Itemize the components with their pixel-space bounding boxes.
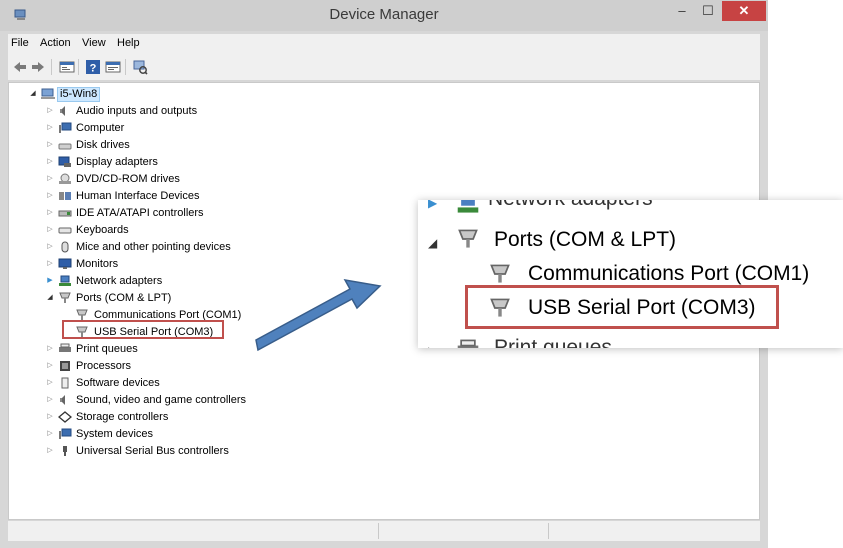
zoom-label: Ports (COM & LPT) xyxy=(494,228,677,251)
tree-item-label: Human Interface Devices xyxy=(76,190,200,202)
hid-icon xyxy=(59,192,71,200)
status-divider xyxy=(548,523,549,539)
tree-item-label: System devices xyxy=(76,428,154,440)
storage-controller-icon xyxy=(58,411,72,423)
zoom-label: Communications Port (COM1) xyxy=(528,262,810,285)
tree-item-label: Sound, video and game controllers xyxy=(76,394,246,406)
mouse-icon xyxy=(61,241,69,253)
tree-item-label: Display adapters xyxy=(76,156,158,168)
title-bar[interactable]: Device Manager – ☐ ✕ xyxy=(0,0,768,31)
zoom-label: Network adapters xyxy=(488,200,653,211)
highlight-box-com3-zoomed xyxy=(465,285,779,329)
status-bar xyxy=(8,520,760,541)
back-arrow-icon[interactable] xyxy=(12,59,28,75)
toolbar: ? xyxy=(8,54,760,81)
computer-root-icon xyxy=(41,88,55,99)
zoom-callout: ▶ Network adapters ◢ Ports (COM & LPT) C… xyxy=(418,200,843,348)
tree-item-label: Print queues xyxy=(76,343,138,355)
tree-item-label: IDE ATA/ATAPI controllers xyxy=(76,207,204,219)
help-icon[interactable]: ? xyxy=(85,59,101,75)
tree-item-label: Mice and other pointing devices xyxy=(76,241,231,253)
toolbar-separator xyxy=(125,59,126,75)
tree-item-label: Storage controllers xyxy=(76,411,169,423)
expand-arrow-icon[interactable]: ▷ xyxy=(46,154,54,170)
tree-root-label: i5-Win8 xyxy=(57,87,101,102)
expand-arrow-icon: ▷ xyxy=(428,344,437,348)
expand-arrow-icon[interactable]: ▷ xyxy=(46,256,54,272)
network-adapter-icon xyxy=(457,200,479,213)
computer-icon xyxy=(59,122,72,133)
printer-icon xyxy=(457,339,479,348)
expand-arrow-icon[interactable]: ▷ xyxy=(46,443,54,459)
monitor-icon xyxy=(58,258,72,269)
processor-icon xyxy=(60,361,70,371)
toolbar-separator xyxy=(51,59,52,75)
speaker-icon xyxy=(60,395,65,405)
scan-hardware-icon[interactable] xyxy=(132,59,148,75)
menu-help[interactable]: Help xyxy=(117,37,140,49)
software-device-icon xyxy=(61,377,69,389)
tree-item-label: Disk drives xyxy=(76,139,130,151)
expand-arrow-icon[interactable]: ▷ xyxy=(46,137,54,153)
minimize-button[interactable]: – xyxy=(670,1,694,21)
expand-arrow-icon[interactable]: ▷ xyxy=(46,205,54,221)
printer-icon xyxy=(59,343,71,352)
highlight-box-com3 xyxy=(62,320,224,339)
expand-arrow-icon[interactable]: ▶ xyxy=(46,273,54,289)
menu-action[interactable]: Action xyxy=(40,37,71,49)
network-adapter-icon xyxy=(59,275,71,286)
toolbar-separator xyxy=(78,59,79,75)
display-adapter-icon xyxy=(58,156,71,167)
port-icon xyxy=(59,292,71,303)
expand-arrow-icon: ▶ xyxy=(428,200,438,210)
callout-arrow-icon xyxy=(255,278,382,352)
menu-bar: File Action View Help xyxy=(8,34,760,54)
expand-arrow-icon[interactable]: ▷ xyxy=(46,375,54,391)
port-icon xyxy=(458,229,478,248)
status-divider xyxy=(378,523,379,539)
ide-controller-icon xyxy=(58,210,72,217)
expand-arrow-icon[interactable]: ▷ xyxy=(46,392,54,408)
expand-arrow-icon[interactable]: ▷ xyxy=(46,239,54,255)
close-button[interactable]: ✕ xyxy=(722,1,766,21)
forward-arrow-icon[interactable] xyxy=(30,59,46,75)
expand-arrow-icon[interactable]: ▷ xyxy=(46,103,54,119)
expand-arrow-icon[interactable]: ▷ xyxy=(46,171,54,187)
tree-item-label: Ports (COM & LPT) xyxy=(76,292,172,304)
tree-item-label: Computer xyxy=(76,122,125,134)
expand-arrow-icon[interactable]: ▷ xyxy=(46,409,54,425)
collapse-arrow-icon[interactable]: ◢ xyxy=(46,290,54,306)
maximize-button[interactable]: ☐ xyxy=(695,1,721,21)
keyboard-icon xyxy=(58,227,72,234)
show-hidden-icon[interactable] xyxy=(105,59,121,75)
tree-item-label: Network adapters xyxy=(76,275,163,287)
system-device-icon xyxy=(59,428,72,439)
tree-item-label: Processors xyxy=(76,360,132,372)
zoom-label: Print queues xyxy=(494,336,612,348)
tree-item-label: Software devices xyxy=(76,377,160,389)
disk-drive-icon xyxy=(58,143,72,150)
tree-item-label: Monitors xyxy=(76,258,119,270)
tree-item-label: DVD/CD-ROM drives xyxy=(76,173,180,185)
expand-arrow-icon[interactable]: ▷ xyxy=(46,188,54,204)
port-icon xyxy=(490,264,510,283)
expand-arrow-icon[interactable]: ▷ xyxy=(46,426,54,442)
expand-arrow-icon[interactable]: ▷ xyxy=(46,120,54,136)
tree-item-label: Keyboards xyxy=(76,224,129,236)
speaker-icon xyxy=(60,106,65,116)
expand-arrow-icon[interactable]: ▷ xyxy=(46,222,54,238)
dvd-drive-icon xyxy=(59,173,71,184)
svg-text:?: ? xyxy=(90,63,97,75)
collapse-arrow-icon: ◢ xyxy=(428,236,438,250)
properties-icon[interactable] xyxy=(59,59,75,75)
window-title: Device Manager xyxy=(329,6,439,23)
tree-item-label: Universal Serial Bus controllers xyxy=(76,445,229,457)
collapse-arrow-icon[interactable]: ◢ xyxy=(29,86,37,102)
menu-file[interactable]: File xyxy=(11,37,29,49)
expand-arrow-icon[interactable]: ▷ xyxy=(46,341,54,357)
expand-arrow-icon[interactable]: ▷ xyxy=(46,358,54,374)
menu-view[interactable]: View xyxy=(82,37,106,49)
tree-item-label: Audio inputs and outputs xyxy=(76,105,198,117)
usb-icon xyxy=(63,446,67,456)
